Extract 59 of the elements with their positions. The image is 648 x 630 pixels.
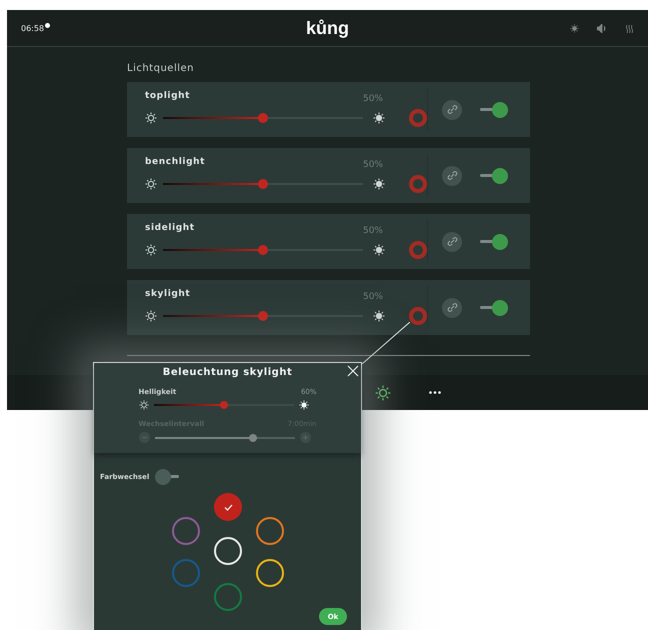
dialog-title: Beleuchtung skylight xyxy=(162,367,292,378)
speaker-icon xyxy=(597,24,607,32)
link-icon xyxy=(446,236,458,247)
toggle-switch[interactable] xyxy=(478,234,508,250)
color-ring-button[interactable] xyxy=(409,109,427,127)
color-option[interactable] xyxy=(256,559,284,587)
slider-thumb[interactable] xyxy=(258,245,268,255)
link-button[interactable] xyxy=(442,298,462,318)
link-icon xyxy=(446,302,458,313)
brightness-reading: 50% xyxy=(362,94,383,104)
light-name: skylight xyxy=(145,289,190,299)
heat-icon xyxy=(625,24,634,32)
light-icon xyxy=(375,384,391,400)
link-icon xyxy=(446,104,458,115)
link-button[interactable] xyxy=(442,232,462,252)
logo: kůng xyxy=(306,18,349,38)
dim-sun-icon xyxy=(145,178,157,190)
toggle-switch[interactable] xyxy=(478,300,508,316)
toggle-switch[interactable] xyxy=(478,102,508,118)
plus-icon[interactable] xyxy=(300,432,310,443)
color-option[interactable] xyxy=(214,583,242,611)
link-button[interactable] xyxy=(442,166,462,186)
dim-sun-icon xyxy=(145,310,157,322)
leader-line xyxy=(360,322,410,364)
brightness-reading: 50% xyxy=(362,292,383,302)
link-button[interactable] xyxy=(442,100,462,120)
close-icon[interactable] xyxy=(347,365,359,377)
brightness-reading: 50% xyxy=(362,226,383,236)
light-name: benchlight xyxy=(145,157,206,167)
light-name: sidelight xyxy=(145,223,195,233)
minus-icon[interactable] xyxy=(138,432,150,443)
color-ring-button[interactable] xyxy=(409,175,427,193)
check-icon xyxy=(224,504,232,510)
dim-sun-icon xyxy=(138,400,148,410)
color-option[interactable] xyxy=(214,493,242,521)
toggle-switch[interactable] xyxy=(478,168,508,184)
slider-thumb[interactable] xyxy=(258,179,268,189)
bright-sun-icon xyxy=(373,244,385,256)
slider-thumb[interactable] xyxy=(258,113,268,123)
slider-thumb[interactable] xyxy=(258,311,268,321)
light-name: toplight xyxy=(145,91,190,101)
brightness-icon xyxy=(570,24,579,32)
clock: 06:58 xyxy=(21,24,50,32)
section-title: Lichtquellen xyxy=(127,63,195,74)
more-icon[interactable] xyxy=(429,391,441,394)
bright-sun-icon xyxy=(298,400,308,410)
color-option[interactable] xyxy=(172,559,200,587)
brightness-reading: 50% xyxy=(362,160,383,170)
bright-sun-icon xyxy=(373,112,385,124)
bright-sun-icon xyxy=(373,310,385,322)
slider-thumb[interactable] xyxy=(220,401,228,409)
dim-sun-icon xyxy=(145,112,157,124)
bright-sun-icon xyxy=(373,178,385,190)
color-ring-button[interactable] xyxy=(409,307,427,325)
dim-sun-icon xyxy=(145,244,157,256)
color-ring-button[interactable] xyxy=(409,241,427,259)
link-icon xyxy=(446,170,458,181)
color-option[interactable] xyxy=(256,517,284,545)
color-option[interactable] xyxy=(172,517,200,545)
